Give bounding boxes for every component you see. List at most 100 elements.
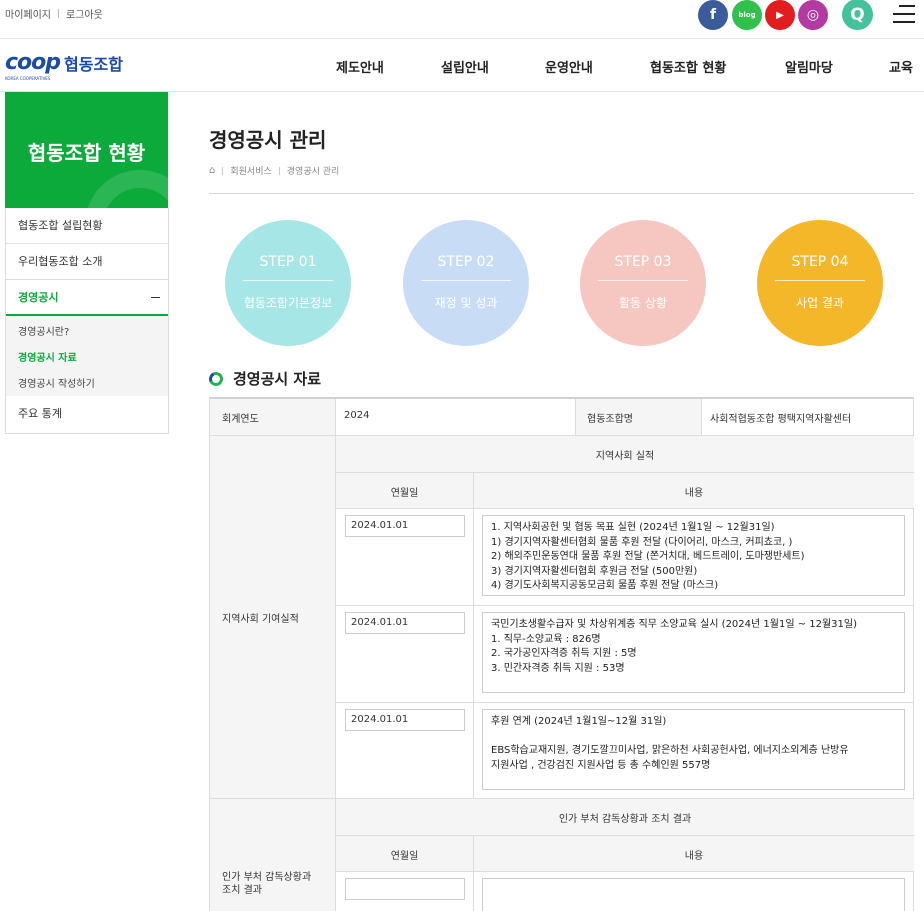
- content-col-label: 내용: [684, 488, 704, 499]
- row-divider: [336, 605, 914, 606]
- community-group-header: 지역사회 실적: [336, 436, 914, 472]
- youtube-icon[interactable]: ▶: [765, 0, 795, 30]
- col-divider: [335, 399, 336, 435]
- date-col-label: 연월일: [390, 851, 419, 862]
- col-divider: [473, 473, 474, 798]
- title-divider: [209, 193, 914, 194]
- logo-mark: coop: [5, 50, 61, 75]
- site-logo[interactable]: coop 협동조합 KOREA COOPERATIVES: [5, 50, 123, 81]
- sidebar-item-statistics[interactable]: 주요 통계: [6, 396, 168, 432]
- utility-links: 마이페이지 로그아웃: [5, 6, 103, 21]
- col-divider: [473, 836, 474, 911]
- step-number: STEP 01: [259, 254, 317, 270]
- year-label: 회계연도: [222, 414, 259, 425]
- community-label-cell: 지역사회 기여실적: [210, 436, 335, 798]
- content-textarea[interactable]: 1. 지역사회공헌 및 협동 목표 실현 (2024년 1월1일 ~ 12월31…: [482, 515, 905, 596]
- submenu-item-write[interactable]: 경영공시 작성하기: [18, 375, 95, 390]
- content-line: EBS학습교재지원, 경기도깔끄미사업, 맑은하천 사회공헌사업, 에너지소외계…: [491, 745, 849, 756]
- sidebar-item-label: 경영공시: [18, 291, 59, 304]
- row-divider: [336, 702, 914, 703]
- year-label-cell: 회계연도: [210, 399, 335, 435]
- coop-label: 협동조합명: [587, 414, 633, 425]
- breadcrumb-current: 경영공시 관리: [286, 167, 340, 177]
- supervision-row-label-2: 조치 결과: [222, 885, 262, 896]
- logo-text: 협동조합: [64, 54, 123, 74]
- instagram-icon[interactable]: ◎: [798, 0, 828, 30]
- row-divider: [336, 871, 914, 872]
- date-input[interactable]: 2024.01.01: [345, 612, 465, 634]
- content-line: 4) 경기도사회복지공동모금회 물품 후원 전달 (마스크): [491, 580, 719, 591]
- nav-item-establish[interactable]: 설립안내: [441, 57, 489, 76]
- supervision-date-input[interactable]: [345, 878, 465, 900]
- nav-item-operation[interactable]: 운영안내: [545, 57, 593, 76]
- logout-link[interactable]: 로그아웃: [66, 6, 103, 21]
- hamburger-menu-icon[interactable]: [893, 5, 915, 23]
- step-label: 사업 결과: [796, 296, 844, 310]
- content-line: 1) 경기지역자활센터협회 물품 후원 전달 (다이어리, 마스크, 커피쵸코,…: [491, 536, 793, 548]
- content-line: 3) 경기지역자활센터협회 후원금 전달 (500만원): [491, 565, 698, 577]
- supervision-group-title: 인가 부처 감독상황과 조치 결과: [558, 814, 692, 825]
- divider: [222, 166, 224, 175]
- sidebar-submenu: 경영공시란? 경영공시 자료 경영공시 작성하기: [6, 316, 168, 396]
- step-label: 재정 및 성과: [434, 296, 498, 310]
- date-input[interactable]: 2024.01.01: [345, 515, 465, 537]
- sidebar-item-our-coop[interactable]: 우리협동조합 소개: [6, 244, 168, 280]
- step-2-finance[interactable]: STEP 02 재정 및 성과: [403, 220, 529, 346]
- top-utility-bar: 마이페이지 로그아웃 f blog ▶ ◎ Q: [0, 0, 924, 38]
- content-line: 2. 국가공인자격증 취득 지원 : 5명: [491, 648, 637, 659]
- home-icon[interactable]: ⌂: [209, 165, 215, 176]
- row-divider: [336, 508, 914, 509]
- nav-item-education[interactable]: 교육: [889, 57, 913, 76]
- step-3-activity[interactable]: STEP 03 활동 상황: [580, 220, 706, 346]
- sidebar-item-disclosure[interactable]: 경영공시: [6, 280, 168, 316]
- content-line: 후원 연계 (2024년 1월1일~12월 31일): [491, 716, 667, 727]
- supervision-content-textarea[interactable]: [482, 878, 905, 911]
- content-textarea[interactable]: 후원 연계 (2024년 1월1일~12월 31일) EBS학습교재지원, 경기…: [482, 709, 905, 790]
- step-divider: [421, 280, 511, 281]
- breadcrumb-item[interactable]: 회원서비스: [230, 164, 271, 177]
- main-header: coop 협동조합 KOREA COOPERATIVES 제도안내 설립안내 운…: [0, 38, 924, 92]
- facebook-icon[interactable]: f: [698, 0, 728, 30]
- decorative-ring: [85, 170, 168, 208]
- community-row-label: 지역사회 기여실적: [222, 614, 299, 625]
- community-group-title: 지역사회 실적: [595, 451, 655, 462]
- nav-item-status[interactable]: 협동조합 현황: [650, 57, 726, 76]
- collapse-icon: [151, 297, 160, 298]
- coop-name-value: 사회적협동조합 평택지역자활센터: [710, 414, 852, 425]
- content-col-label: 내용: [684, 851, 704, 862]
- supervision-row-label-1: 인가 부처 감독상황과: [222, 872, 312, 883]
- date-input[interactable]: 2024.01.01: [345, 709, 465, 731]
- step-1-basic-info[interactable]: STEP 01 협동조합기본정보: [225, 220, 351, 346]
- divider: [278, 166, 280, 175]
- step-4-results[interactable]: STEP 04 사업 결과: [757, 220, 883, 346]
- sidebar-item-establish-status[interactable]: 협동조합 설립현황: [6, 208, 168, 244]
- col-divider: [701, 399, 702, 435]
- content-line: [491, 730, 896, 745]
- content-line: 국민기초생활수급자 및 차상위계층 직무 소양교육 실시 (2024년 1월1일…: [491, 619, 858, 630]
- step-number: STEP 02: [437, 254, 495, 270]
- content-textarea[interactable]: 국민기초생활수급자 및 차상위계층 직무 소양교육 실시 (2024년 1월1일…: [482, 612, 905, 693]
- mypage-link[interactable]: 마이페이지: [5, 6, 51, 21]
- search-icon[interactable]: Q: [842, 0, 873, 30]
- step-label: 활동 상황: [619, 296, 667, 310]
- blog-icon[interactable]: blog: [732, 0, 762, 30]
- content-line: 지원사업 , 건강검진 지원사업 등 총 수혜인원 557명: [491, 759, 711, 771]
- content-line: 2) 해외주민운동연대 물품 후원 전달 (쫀거치대, 베드트레이, 도마쟁반세…: [491, 551, 805, 562]
- breadcrumb: ⌂ 회원서비스 경영공시 관리: [209, 164, 339, 177]
- step-number: STEP 03: [614, 254, 672, 270]
- step-label: 협동조합기본정보: [243, 296, 333, 310]
- nav-item-system[interactable]: 제도안내: [336, 57, 384, 76]
- content-col-header: 내용: [474, 836, 914, 871]
- step-number: STEP 04: [791, 254, 849, 270]
- step-divider: [243, 280, 333, 281]
- submenu-item-data[interactable]: 경영공시 자료: [18, 349, 77, 364]
- submenu-item-about[interactable]: 경영공시란?: [18, 323, 69, 338]
- sidebar-title: 협동조합 현황: [27, 141, 146, 165]
- disclosure-table: 회계연도 2024 협동조합명 사회적협동조합 평택지역자활센터 지역사회 기여…: [209, 397, 914, 911]
- divider: [58, 9, 59, 18]
- content-line: 3. 민간자격증 취득 지원 : 53명: [491, 662, 625, 674]
- step-divider: [775, 280, 865, 281]
- nav-item-notice[interactable]: 알림마당: [785, 57, 833, 76]
- logo-subtext: KOREA COOPERATIVES: [5, 76, 51, 81]
- page-title: 경영공시 관리: [209, 128, 327, 152]
